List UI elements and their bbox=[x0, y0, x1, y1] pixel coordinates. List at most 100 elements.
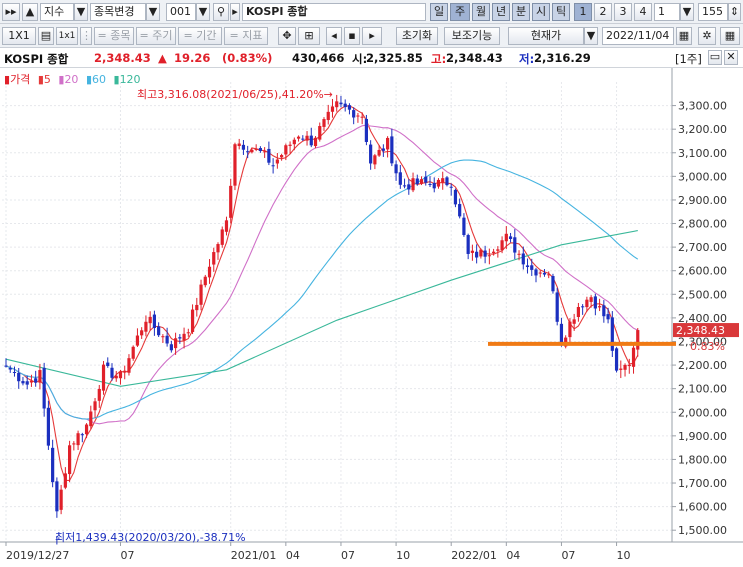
cycle-button[interactable]: = 주기 bbox=[136, 27, 176, 45]
candle-body bbox=[195, 304, 199, 311]
candle-body bbox=[258, 148, 262, 152]
info-high: 2,348.43 bbox=[446, 51, 503, 65]
close-icon[interactable]: ✕ bbox=[724, 50, 738, 65]
period-tab-hour[interactable]: 시 bbox=[532, 3, 550, 21]
candle-body bbox=[339, 102, 343, 105]
candle-body bbox=[292, 139, 296, 145]
candle-body bbox=[305, 135, 309, 141]
code-input[interactable]: 001 bbox=[166, 3, 196, 21]
x-tick-label: 10 bbox=[396, 549, 410, 562]
grid-icon[interactable]: ⊞ bbox=[298, 27, 320, 45]
candle-body bbox=[356, 115, 360, 117]
candle-body bbox=[318, 126, 322, 140]
chevron-right-icon[interactable]: ▸ bbox=[230, 3, 240, 21]
count-input[interactable]: 155 bbox=[698, 3, 728, 21]
period-tab-day[interactable]: 일 bbox=[430, 3, 448, 21]
candle-body bbox=[576, 307, 580, 318]
stock-button[interactable]: = 종목 bbox=[94, 27, 134, 45]
candle-body bbox=[394, 164, 398, 174]
minimize-icon[interactable]: ▭ bbox=[708, 50, 722, 65]
period-tab-tick[interactable]: 틱 bbox=[552, 3, 570, 21]
candle-body bbox=[352, 110, 356, 118]
price-mode-select[interactable]: 현재가 bbox=[508, 27, 584, 45]
pane-label: [1주] bbox=[675, 52, 702, 66]
candle-body bbox=[38, 370, 42, 383]
date-input[interactable]: 2022/11/04 bbox=[602, 27, 674, 45]
candle-body bbox=[542, 272, 547, 275]
scroll-left-icon[interactable]: ◂ bbox=[326, 27, 342, 45]
price-chart[interactable]: 3,300.00 3,200.00 3,100.00 3,000.00 2,900.00… bbox=[0, 68, 743, 567]
number-tab-1[interactable]: 1 bbox=[574, 3, 592, 21]
indicator-button[interactable]: = 지표 bbox=[224, 27, 268, 45]
period-tab-minute[interactable]: 분 bbox=[512, 3, 530, 21]
ratio-icon[interactable]: 1x1 bbox=[56, 27, 78, 45]
number-tab-2[interactable]: 2 bbox=[594, 3, 612, 21]
candle-body bbox=[144, 321, 148, 332]
quote-info-bar: KOSPI 종합 2,348.43 ▲ 19.26 (0.83%) 430,46… bbox=[0, 48, 743, 68]
panel-toggle-icon[interactable]: ▸▸ bbox=[2, 3, 20, 21]
ratio-button[interactable]: 1X1 bbox=[2, 27, 36, 45]
candle-body bbox=[182, 333, 186, 341]
info-change: 19.26 bbox=[174, 51, 211, 65]
search-icon[interactable]: ⚲ bbox=[213, 3, 229, 21]
candle-body bbox=[475, 251, 479, 258]
reset-button[interactable]: 초기화 bbox=[396, 27, 438, 45]
calendar-icon[interactable]: ▦ bbox=[676, 27, 692, 45]
candle-body bbox=[46, 407, 50, 446]
change-item-dropdown-icon[interactable]: ▼ bbox=[146, 3, 160, 21]
period-tab-month[interactable]: 월 bbox=[472, 3, 490, 21]
candle-body bbox=[521, 253, 525, 265]
candle-body bbox=[585, 299, 589, 308]
scroll-right-icon[interactable]: ▸ bbox=[362, 27, 382, 45]
chart-toolbar: 1X1 ▤ 1x1 ⋮ = 종목 = 주기 = 기간 = 지표 ✥ ⊞ ◂ ▪ … bbox=[0, 24, 743, 48]
candle-body bbox=[513, 237, 517, 253]
price-mode-dropdown-icon[interactable]: ▼ bbox=[584, 27, 598, 45]
candle-body bbox=[152, 314, 156, 328]
candle-body bbox=[598, 306, 602, 308]
candle-body bbox=[470, 250, 474, 253]
candle-body bbox=[602, 305, 606, 317]
symbol-name: KOSPI 종합 bbox=[242, 3, 426, 21]
play-icon[interactable]: ▪ bbox=[344, 27, 360, 45]
candle-body bbox=[619, 368, 623, 370]
x-tick-label: 07 bbox=[120, 549, 134, 562]
y-tick-label: 1,500.00 bbox=[678, 524, 727, 537]
layout-icon[interactable]: ▤ bbox=[38, 27, 54, 45]
count-spinner-icon[interactable]: ⇕ bbox=[728, 3, 741, 21]
candle-body bbox=[271, 165, 275, 167]
candle-body bbox=[212, 252, 216, 265]
candle-body bbox=[55, 481, 59, 512]
grid-menu-icon[interactable]: ▦ bbox=[720, 27, 740, 45]
candle-body bbox=[407, 184, 411, 190]
candle-body bbox=[246, 151, 250, 153]
move-icon[interactable]: ✥ bbox=[278, 27, 296, 45]
candle-body bbox=[330, 106, 335, 112]
candle-body bbox=[63, 473, 67, 488]
gear-icon[interactable]: ✲ bbox=[698, 27, 716, 45]
candle-body bbox=[623, 364, 627, 370]
legend-ma120: ▮120 bbox=[113, 73, 141, 86]
change-item-field[interactable]: 종목변경 bbox=[90, 3, 146, 21]
number-tab-3[interactable]: 3 bbox=[614, 3, 632, 21]
number-tab-4[interactable]: 4 bbox=[634, 3, 652, 21]
candle-body bbox=[614, 348, 619, 371]
triangle-up-icon[interactable]: ▲ bbox=[22, 3, 38, 21]
candle-body bbox=[432, 183, 436, 189]
aux-button[interactable]: 보조기능 bbox=[444, 27, 500, 45]
interval-dropdown-icon[interactable]: ▼ bbox=[680, 3, 694, 21]
index-type-dropdown-icon[interactable]: ▼ bbox=[74, 3, 88, 21]
candle-body bbox=[101, 364, 106, 391]
candle-body bbox=[68, 445, 72, 475]
candle-body bbox=[343, 103, 347, 108]
period-tab-year[interactable]: 년 bbox=[492, 3, 510, 21]
candle-body bbox=[224, 220, 229, 232]
code-dropdown-icon[interactable]: ▼ bbox=[196, 3, 210, 21]
candle-body bbox=[178, 337, 182, 339]
y-tick-label: 2,700.00 bbox=[678, 241, 727, 254]
index-type-select[interactable]: 지수 bbox=[40, 3, 74, 21]
legend-ma20: ▮20 bbox=[58, 73, 79, 86]
ma5-line bbox=[5, 105, 639, 481]
interval-input[interactable]: 1 bbox=[654, 3, 680, 21]
period-button[interactable]: = 기간 bbox=[178, 27, 222, 45]
period-tab-week[interactable]: 주 bbox=[450, 3, 470, 21]
